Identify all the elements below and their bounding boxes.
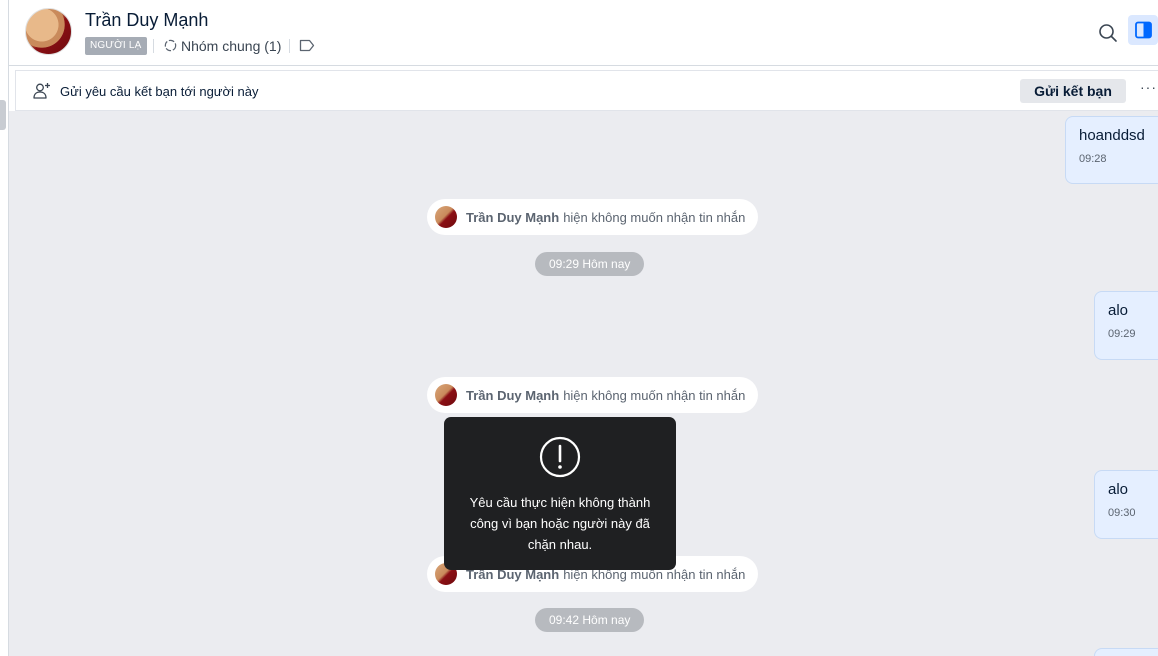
toggle-side-panel-button[interactable] <box>1128 15 1158 45</box>
divider <box>153 39 154 53</box>
message-bubble[interactable]: hoanddsd 09:28 <box>1065 116 1158 184</box>
chat-header: Trần Duy Mạnh NGƯỜI LẠ Nhóm chung (1) <box>9 0 1158 66</box>
chat-messages-area[interactable]: hoanddsd 09:28 Trần Duy Mạnh hiện không … <box>9 111 1158 656</box>
more-options-button[interactable]: ··· <box>1140 79 1157 95</box>
message-bubble-partial[interactable] <box>1094 648 1158 656</box>
send-friend-request-button[interactable]: Gửi kết bạn <box>1020 79 1126 103</box>
avatar <box>435 206 457 228</box>
message-bubble[interactable]: alo 09:29 <box>1094 291 1158 360</box>
common-group-link[interactable]: Nhóm chung (1) <box>181 38 281 54</box>
system-notice: Trần Duy Mạnh hiện không muốn nhận tin n… <box>427 377 758 413</box>
divider <box>289 39 290 53</box>
contact-name[interactable]: Trần Duy Mạnh <box>85 10 208 31</box>
message-bubble[interactable]: alo 09:30 <box>1094 470 1158 539</box>
avatar[interactable] <box>25 8 72 55</box>
message-text: alo <box>1108 302 1129 319</box>
friend-request-text: Gửi yêu cầu kết bạn tới người này <box>60 84 259 99</box>
message-time: 09:30 <box>1108 507 1136 519</box>
avatar <box>435 384 457 406</box>
warning-icon <box>539 436 581 478</box>
error-toast: Yêu cầu thực hiện không thành công vì bạ… <box>444 417 676 570</box>
system-notice: Trần Duy Mạnh hiện không muốn nhận tin n… <box>427 199 758 235</box>
notice-text: hiện không muốn nhận tin nhắn <box>563 387 746 403</box>
time-separator: 09:29 Hôm nay <box>535 252 645 276</box>
message-time: 09:28 <box>1079 153 1107 165</box>
add-friend-icon <box>33 83 50 99</box>
notice-text: hiện không muốn nhận tin nhắn <box>563 209 746 225</box>
message-text: alo <box>1108 481 1129 498</box>
left-edge-strip <box>0 0 9 656</box>
message-text: hoanddsd <box>1079 127 1145 144</box>
time-separator: 09:42 Hôm nay <box>535 608 645 632</box>
message-time: 09:29 <box>1108 328 1136 340</box>
side-panel-icon <box>1135 21 1152 39</box>
stranger-badge: NGƯỜI LẠ <box>85 37 147 55</box>
group-icon[interactable] <box>163 38 178 53</box>
friend-request-bar: Gửi yêu cầu kết bạn tới người này Gửi kế… <box>15 70 1158 111</box>
error-message: Yêu cầu thực hiện không thành công vì bạ… <box>469 495 651 552</box>
tag-icon[interactable] <box>299 39 315 52</box>
notice-sender-name: Trần Duy Mạnh <box>466 387 560 403</box>
resize-handle[interactable] <box>0 100 6 130</box>
search-icon[interactable] <box>1094 19 1122 47</box>
notice-sender-name: Trần Duy Mạnh <box>466 209 560 225</box>
